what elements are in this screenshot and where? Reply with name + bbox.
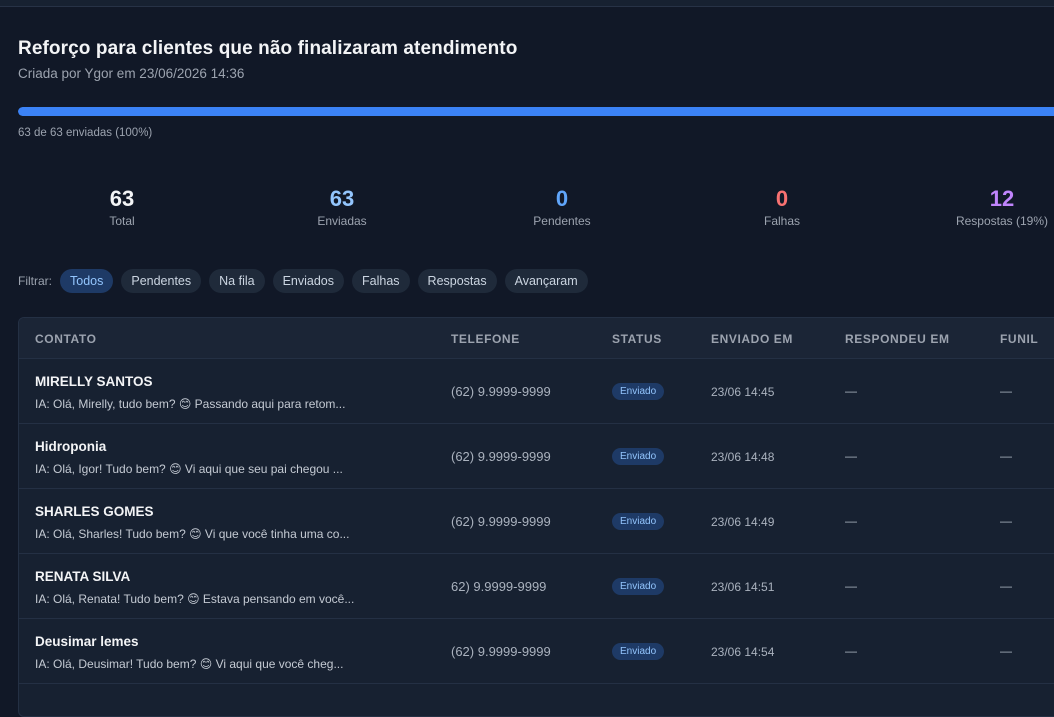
contact-message: IA: Olá, Igor! Tudo bem? 😊 Vi aqui que s…	[35, 462, 343, 476]
contact-name: Hidroponia	[35, 439, 107, 454]
top-bar	[0, 0, 1054, 7]
responded-at: —	[845, 449, 857, 463]
status-badge: Enviado	[612, 578, 665, 595]
contact-phone: (62) 9.9999-9999	[451, 384, 551, 399]
responded-at: —	[845, 514, 857, 528]
contact-message: IA: Olá, Renata! Tudo bem? 😊 Estava pens…	[35, 592, 355, 606]
sent-at: 23/06 14:51	[711, 580, 775, 594]
campaign-subtitle: Criada por Ygor em 23/06/2026 14:36	[18, 66, 245, 81]
contact-message: IA: Olá, Sharles! Tudo bem? 😊 Vi que voc…	[35, 527, 350, 541]
page-title: Reforço para clientes que não finalizara…	[18, 38, 518, 59]
table-row[interactable]: SHARLES GOMES IA: Olá, Sharles! Tudo bem…	[19, 489, 1054, 554]
stat-label: Total	[109, 214, 135, 228]
stat-label: Enviadas	[317, 214, 367, 228]
stat-failures: 0 Falhas	[692, 186, 872, 228]
table-row[interactable]: Deusimar lemes IA: Olá, Deusimar! Tudo b…	[19, 619, 1054, 684]
funnel: —	[1000, 384, 1012, 398]
column-header-respondeu-em[interactable]: RESPONDEU EM	[845, 332, 950, 346]
sent-at: 23/06 14:45	[711, 385, 775, 399]
funnel: —	[1000, 644, 1012, 658]
sent-at: 23/06 14:48	[711, 450, 775, 464]
stat-total: 63 Total	[32, 186, 212, 228]
column-header-status[interactable]: STATUS	[612, 332, 662, 346]
funnel: —	[1000, 449, 1012, 463]
sent-at: 23/06 14:49	[711, 515, 775, 529]
stat-label: Respostas (19%)	[955, 214, 1049, 228]
contacts-table: CONTATO TELEFONE STATUS ENVIADO EM RESPO…	[18, 317, 1054, 717]
status-badge: Enviado	[612, 643, 665, 660]
filter-respostas[interactable]: Respostas	[417, 269, 497, 293]
contact-message: IA: Olá, Deusimar! Tudo bem? 😊 Vi aqui q…	[35, 657, 344, 671]
table-row[interactable]: Hidroponia IA: Olá, Igor! Tudo bem? 😊 Vi…	[19, 424, 1054, 489]
filter-label: Filtrar:	[18, 274, 52, 288]
contact-name: RENATA SILVA	[35, 569, 131, 584]
filter-falhas[interactable]: Falhas	[352, 269, 410, 293]
stat-pending: 0 Pendentes	[472, 186, 652, 228]
progress-fill	[18, 107, 1054, 116]
stat-label: Pendentes	[533, 214, 591, 228]
sent-at: 23/06 14:54	[711, 645, 775, 659]
funnel: —	[1000, 579, 1012, 593]
column-header-funil[interactable]: FUNIL	[1000, 332, 1038, 346]
stat-sent: 63 Enviadas	[252, 186, 432, 228]
filter-na-fila[interactable]: Na fila	[209, 269, 265, 293]
responded-at: —	[845, 384, 857, 398]
status-badge: Enviado	[612, 513, 665, 530]
filter-avancaram[interactable]: Avançaram	[504, 269, 588, 293]
contact-message: IA: Olá, Mirelly, tudo bem? 😊 Passando a…	[35, 397, 346, 411]
stat-value: 63	[109, 186, 135, 211]
stat-responses: 12 Respostas (19%)	[912, 186, 1054, 228]
contact-name: SHARLES GOMES	[35, 504, 154, 519]
responded-at: —	[845, 579, 857, 593]
contact-phone: 62) 9.9999-9999	[451, 579, 547, 594]
table-header: CONTATO TELEFONE STATUS ENVIADO EM RESPO…	[19, 318, 1054, 359]
contact-name: Deusimar lemes	[35, 634, 139, 649]
table-row[interactable]: MIRELLY SANTOS IA: Olá, Mirelly, tudo be…	[19, 359, 1054, 424]
contact-phone: (62) 9.9999-9999	[451, 514, 551, 529]
column-header-contato[interactable]: CONTATO	[35, 332, 97, 346]
filter-bar: Filtrar: Todos Pendentes Na fila Enviado…	[18, 269, 588, 293]
campaign-header: Reforço para clientes que não finalizara…	[18, 38, 517, 81]
column-header-telefone[interactable]: TELEFONE	[451, 332, 520, 346]
contact-name: MIRELLY SANTOS	[35, 374, 153, 389]
filter-todos[interactable]: Todos	[60, 269, 114, 293]
status-badge: Enviado	[612, 448, 665, 465]
funnel: —	[1000, 514, 1012, 528]
responded-at: —	[845, 644, 857, 658]
progress-bar	[18, 107, 1054, 116]
stat-value: 0	[555, 186, 569, 211]
column-header-enviado-em[interactable]: ENVIADO EM	[711, 332, 793, 346]
contact-phone: (62) 9.9999-9999	[451, 644, 551, 659]
contact-phone: (62) 9.9999-9999	[451, 449, 551, 464]
stat-value: 63	[329, 186, 355, 211]
status-badge: Enviado	[612, 383, 665, 400]
stat-label: Falhas	[763, 214, 801, 228]
progress-text: 63 de 63 enviadas (100%)	[18, 127, 153, 139]
filter-pendentes[interactable]: Pendentes	[121, 269, 202, 293]
table-row[interactable]: RENATA SILVA IA: Olá, Renata! Tudo bem? …	[19, 554, 1054, 619]
stat-value: 0	[775, 186, 789, 211]
filter-enviados[interactable]: Enviados	[272, 269, 345, 293]
stat-value: 12	[989, 186, 1015, 211]
